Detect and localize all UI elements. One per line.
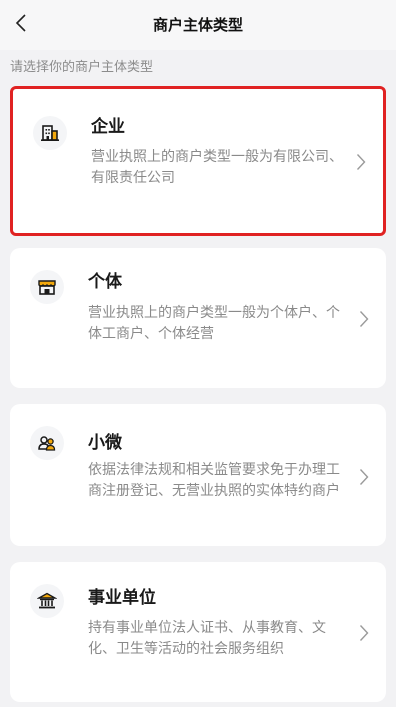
option-description: 营业执照上的商户类型一般为有限公司、有限责任公司 — [91, 149, 343, 186]
option-title: 小微 — [88, 433, 122, 453]
option-title: 个体 — [88, 272, 122, 292]
section-subtitle: 请选择你的商户主体类型 — [10, 60, 154, 75]
chevron-right-icon — [356, 308, 372, 330]
option-description: 持有事业单位法人证书、从事教育、文化、卫生等活动的社会服务组织 — [88, 620, 326, 657]
page-title: 商户主体类型 — [152, 16, 243, 34]
option-card-enterprise[interactable]: 企业 营业执照上的商户类型一般为有限公司、有限责任公司 — [10, 86, 386, 236]
option-card-individual[interactable]: 个体 营业执照上的商户类型一般为个体户、个体工商户、个体经营 — [10, 248, 386, 388]
option-title: 企业 — [91, 117, 125, 137]
chevron-right-icon — [356, 622, 372, 644]
storefront-icon — [30, 270, 64, 304]
chevron-right-icon — [356, 466, 372, 488]
chevron-right-icon — [353, 151, 369, 173]
option-title: 事业单位 — [88, 588, 156, 608]
option-card-micro[interactable]: 小微 依据法律法规和相关监管要求免于办理工商注册登记、无营业执照的实体特约商户 — [10, 404, 386, 546]
option-description: 依据法律法规和相关监管要求免于办理工商注册登记、无营业执照的实体特约商户 — [88, 462, 340, 499]
institution-icon — [30, 584, 64, 618]
option-card-public-institution[interactable]: 事业单位 持有事业单位法人证书、从事教育、文化、卫生等活动的社会服务组织 — [10, 562, 386, 702]
option-description: 营业执照上的商户类型一般为个体户、个体工商户、个体经营 — [88, 305, 340, 342]
building-icon — [33, 116, 67, 150]
people-icon — [30, 426, 64, 460]
nav-bar: 商户主体类型 — [0, 0, 396, 50]
